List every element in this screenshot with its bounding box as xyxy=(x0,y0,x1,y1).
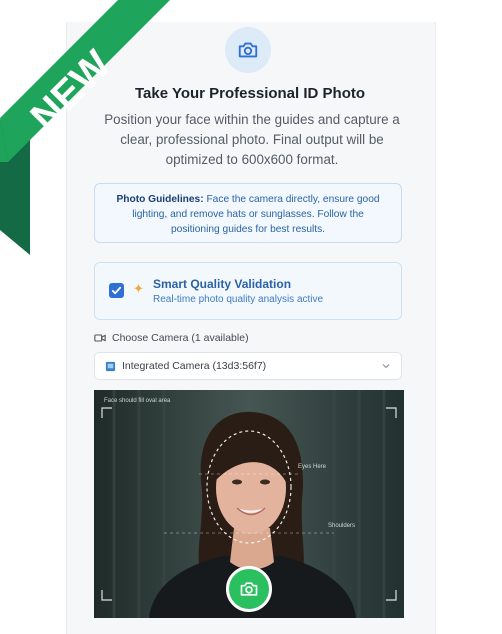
sparkle-icon: ✦ xyxy=(133,281,144,296)
webcam-icon xyxy=(105,361,116,371)
new-ribbon: NEW xyxy=(0,0,200,260)
validation-title: Smart Quality Validation xyxy=(153,277,292,291)
capture-camera-icon xyxy=(240,582,258,596)
shoulders-guide-label: Shoulders xyxy=(328,523,356,529)
camera-select-value: Integrated Camera (13d3:56f7) xyxy=(122,360,267,372)
smart-validation-panel: ✦ Smart Quality Validation Real-time pho… xyxy=(94,262,402,320)
eyes-guide-label: Eyes Here xyxy=(298,464,327,470)
checkbox-checked-icon[interactable] xyxy=(109,283,124,298)
video-camera-icon xyxy=(94,334,106,342)
validation-subtitle: Real-time photo quality analysis active xyxy=(153,294,324,305)
preview-hint: Face should fill oval area xyxy=(104,398,171,404)
camera-select[interactable]: Integrated Camera (13d3:56f7) xyxy=(94,352,402,380)
chevron-down-icon xyxy=(382,364,390,369)
camera-icon xyxy=(225,27,271,73)
capture-button[interactable] xyxy=(226,566,272,612)
camera-chooser-label: Choose Camera (1 available) xyxy=(94,332,249,344)
camera-label-text: Choose Camera (1 available) xyxy=(112,332,249,344)
